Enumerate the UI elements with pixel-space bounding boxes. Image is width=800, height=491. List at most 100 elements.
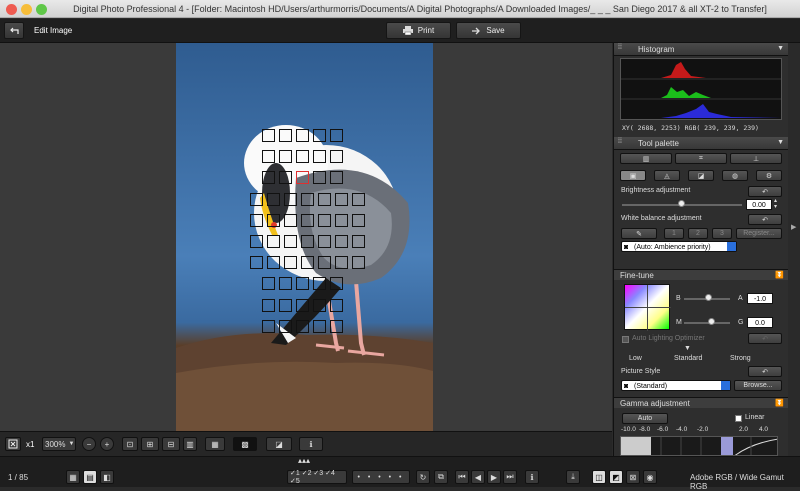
alo-checkbox[interactable] xyxy=(622,336,629,343)
tool-tab-basic[interactable]: ▣ xyxy=(620,170,646,181)
histogram-header[interactable]: ⁞⁞ Histogram ▼ xyxy=(614,43,789,56)
curve-icon: ◪ xyxy=(697,172,705,180)
fine-tune-a-field[interactable]: -1.0 xyxy=(747,293,773,304)
next-image-button[interactable]: ▶ xyxy=(487,470,501,484)
zoom-window-icon[interactable] xyxy=(36,4,47,15)
tool-tab-curve[interactable]: ◪ xyxy=(688,170,714,181)
collapse-double-icon[interactable]: ⏬ xyxy=(775,270,784,281)
copy-recipe-button[interactable]: ⧉ xyxy=(434,470,448,484)
wb-register-button[interactable]: Register... xyxy=(736,228,782,239)
drag-handle-icon[interactable]: ⁞⁞ xyxy=(618,44,622,51)
zoom-in-button[interactable]: + xyxy=(100,437,114,451)
view-thumbnails-button[interactable]: ▦ xyxy=(66,470,80,484)
af-point-button[interactable]: ⊞ xyxy=(141,437,159,451)
brightness-value-field[interactable]: 0.00 xyxy=(746,199,772,210)
color-wheel-grid[interactable] xyxy=(624,284,671,331)
af-point xyxy=(262,320,275,333)
layout-button[interactable]: ▦ xyxy=(205,437,225,451)
collapse-icon[interactable]: ▼ xyxy=(777,45,784,52)
back-button[interactable] xyxy=(4,22,24,39)
basic-adjust-icon: ▣ xyxy=(629,172,637,180)
zoom-out-button[interactable]: − xyxy=(82,437,96,451)
tool-tab-output[interactable]: ⊥ xyxy=(730,153,782,164)
undo-icon: ↶ xyxy=(762,368,768,376)
fit-window-button[interactable] xyxy=(5,437,21,451)
tool-tab-color[interactable]: ◍ xyxy=(722,170,748,181)
histogram-graph xyxy=(620,58,782,120)
rotate-left-button[interactable]: ✓1 ✓2 ✓3 ✓4 ✓5 xyxy=(287,470,347,485)
first-image-button[interactable]: ⏮ xyxy=(455,470,469,484)
panel-collapse-strip[interactable]: ▶ xyxy=(788,43,800,456)
gamma-tick-label: -4.0 xyxy=(676,426,688,433)
tool-palette-header[interactable]: ⁞⁞ Tool palette ▼ xyxy=(614,137,789,150)
compare-button[interactable]: ▥ xyxy=(183,437,197,451)
af-point xyxy=(284,214,297,227)
wb-preset-1-button[interactable]: 1 xyxy=(664,228,684,239)
white-balance-label: White balance adjustment xyxy=(621,215,702,222)
crop-overlay-button[interactable]: ⊡ xyxy=(122,437,138,451)
af-point xyxy=(301,235,314,248)
save-button[interactable]: Save xyxy=(456,22,521,39)
drag-handle-icon[interactable]: ⁞⁞ xyxy=(618,138,622,145)
gamma-linear-checkbox[interactable] xyxy=(735,415,742,422)
rating-handle-icon[interactable]: ▴▴▴ xyxy=(298,456,310,465)
last-image-button[interactable]: ⏭ xyxy=(503,470,517,484)
prev-image-button[interactable]: ◀ xyxy=(471,470,485,484)
wb-preset-3-label: 3 xyxy=(720,230,724,237)
picture-style-select[interactable]: ◙ (Standard) xyxy=(621,380,731,391)
fine-tune-m-knob[interactable] xyxy=(707,318,715,325)
tool-tab-settings[interactable]: ⚙ xyxy=(756,170,782,181)
grid-overlay-button[interactable]: ⊟ xyxy=(162,437,180,451)
info-button[interactable]: ℹ xyxy=(299,437,323,451)
tool-tab-adjust-top[interactable]: ▥ xyxy=(620,153,672,164)
af-point xyxy=(262,129,275,142)
highlight-warning-button[interactable]: ▩ xyxy=(233,437,257,451)
gamma-auto-button[interactable]: Auto xyxy=(622,413,668,424)
chevron-right-icon[interactable]: ▶ xyxy=(791,223,796,231)
photo-preview[interactable] xyxy=(176,43,433,431)
fine-tune-m-track[interactable] xyxy=(684,322,730,324)
stepper-icon[interactable]: ▴ ▾ xyxy=(774,198,777,210)
histogram-toggle-button[interactable]: ◩ xyxy=(609,470,623,484)
navigator-toggle-button[interactable]: ⊠ xyxy=(626,470,640,484)
camera-toggle-button[interactable]: ◉ xyxy=(643,470,657,484)
view-single-button[interactable]: ▤ xyxy=(83,470,97,484)
picture-style-browse-button[interactable]: Browse... xyxy=(734,380,782,391)
white-balance-select[interactable]: ◙ (Auto: Ambience priority) xyxy=(621,241,737,252)
gamma-graph[interactable] xyxy=(620,436,778,456)
zoom-level-select[interactable]: 300% ▼ xyxy=(42,437,76,451)
af-point xyxy=(301,256,314,269)
brightness-slider-knob[interactable] xyxy=(678,200,685,207)
color-grid-crosshair xyxy=(647,285,648,331)
brightness-reset-button[interactable]: ↶ xyxy=(748,186,782,197)
view-split-button[interactable]: ◧ xyxy=(100,470,114,484)
rotate-image-button[interactable]: ↻ xyxy=(416,470,430,484)
af-point xyxy=(335,193,348,206)
tool-tab-crop[interactable]: ⌗ xyxy=(675,153,727,164)
quick-check-button[interactable]: ⤓ xyxy=(566,470,580,484)
fine-tune-header[interactable]: Fine-tune ⏬ xyxy=(614,269,789,280)
gamma-header[interactable]: Gamma adjustment ⏬ xyxy=(614,397,789,408)
gamma-tick-label: -2.0 xyxy=(697,426,709,433)
zoom-multiplier[interactable]: x1 xyxy=(26,440,34,449)
minimize-window-icon[interactable] xyxy=(21,4,32,15)
alo-reset-button[interactable]: ↶ xyxy=(748,333,782,344)
tool-tab-tone[interactable]: ◬ xyxy=(654,170,680,181)
alo-slider-marker[interactable]: ▼ xyxy=(684,345,691,352)
close-window-icon[interactable] xyxy=(6,4,17,15)
info-panel-button[interactable]: ℹ xyxy=(525,470,539,484)
print-button[interactable]: Print xyxy=(386,22,451,39)
white-balance-reset-button[interactable]: ↶ xyxy=(748,214,782,225)
picture-style-reset-button[interactable]: ↶ xyxy=(748,366,782,377)
collapse-double-icon[interactable]: ⏬ xyxy=(775,398,784,409)
color-warning-button[interactable]: ◪ xyxy=(266,437,292,451)
tool-palette-toggle-button[interactable]: ◫ xyxy=(592,470,606,484)
wb-preset-2-button[interactable]: 2 xyxy=(688,228,708,239)
last-icon: ⏭ xyxy=(506,472,514,481)
fine-tune-g-field[interactable]: 0.0 xyxy=(747,317,773,328)
eyedropper-button[interactable]: ✎ xyxy=(621,228,657,239)
gamma-tick-label: -6.0 xyxy=(657,426,669,433)
collapse-icon[interactable]: ▼ xyxy=(777,139,784,146)
star-rating-button[interactable]: • • • • • xyxy=(352,470,410,484)
wb-preset-3-button[interactable]: 3 xyxy=(712,228,732,239)
